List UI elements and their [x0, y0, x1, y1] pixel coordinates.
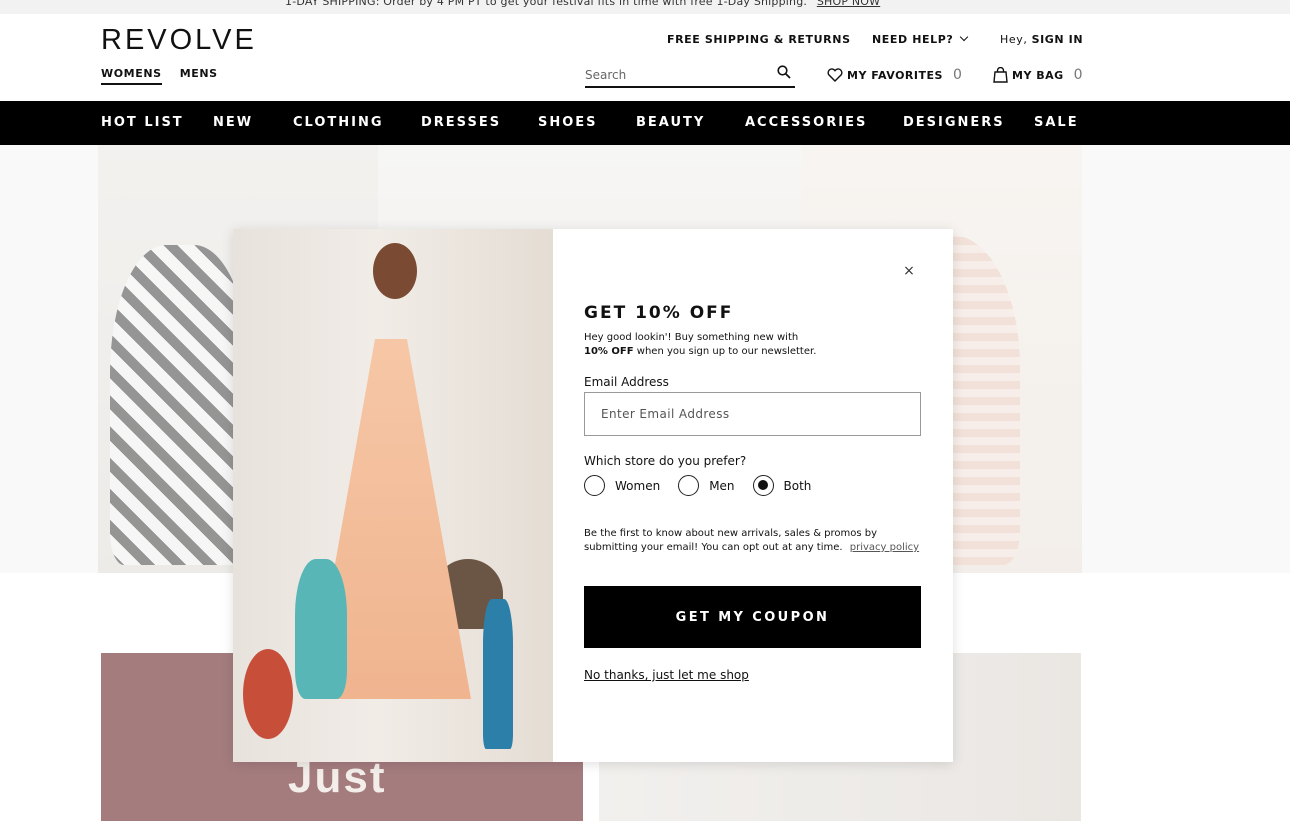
bag-count: 0 — [1073, 67, 1084, 83]
email-field[interactable] — [584, 392, 921, 436]
greeting-text: Hey, — [1000, 33, 1028, 46]
sign-in-label: SIGN IN — [1031, 33, 1084, 46]
need-help-label: NEED HELP? — [872, 33, 954, 46]
desc-bold: 10% OFF — [584, 346, 634, 357]
nav-hot-list[interactable]: HOT LIST — [101, 115, 184, 130]
nav-new[interactable]: NEW — [213, 115, 253, 130]
radio-men[interactable]: Men — [678, 475, 735, 496]
bag-label: MY BAG — [1012, 68, 1064, 82]
site-header: REVOLVE WOMENS MENS FREE SHIPPING & RETU… — [0, 14, 1290, 101]
my-bag-link[interactable]: MY BAG 0 — [993, 67, 1083, 83]
chevron-down-icon — [960, 32, 969, 42]
bag-icon — [993, 67, 1008, 83]
announcement-text-wrap: 1-DAY SHIPPING: Order by 4 PM PT to get … — [285, 0, 880, 8]
favorites-label: MY FAVORITES — [847, 68, 943, 82]
nav-beauty[interactable]: BEAUTY — [636, 115, 705, 130]
email-label: Email Address — [584, 375, 669, 389]
logo[interactable]: REVOLVE — [101, 24, 257, 57]
modal-description: Hey good lookin'! Buy something new with… — [584, 331, 904, 359]
photo-vase-blue — [483, 599, 513, 749]
search-input[interactable] — [585, 65, 765, 85]
nav-shoes[interactable]: SHOES — [538, 115, 598, 130]
announcement-bar: 1-DAY SHIPPING: Order by 4 PM PT to get … — [0, 0, 1290, 14]
search-field — [585, 64, 795, 88]
favorites-count: 0 — [952, 67, 963, 83]
need-help-menu[interactable]: NEED HELP? — [872, 32, 969, 46]
tab-mens[interactable]: MENS — [180, 67, 218, 85]
store-question: Which store do you prefer? — [584, 454, 747, 468]
newsletter-modal: × GET 10% OFF Hey good lookin'! Buy some… — [233, 229, 953, 762]
photo-model-head — [373, 243, 417, 299]
free-shipping-link[interactable]: FREE SHIPPING & RETURNS — [667, 33, 851, 46]
nav-sale[interactable]: SALE — [1034, 115, 1079, 130]
nav-dresses[interactable]: DRESSES — [421, 115, 501, 130]
nav-accessories[interactable]: ACCESSORIES — [745, 115, 867, 130]
radio-women-circle[interactable] — [584, 475, 605, 496]
nav-designers[interactable]: DESIGNERS — [903, 115, 1005, 130]
radio-both-label: Both — [783, 478, 812, 493]
tab-womens[interactable]: WOMENS — [101, 67, 162, 85]
desc-line-1: Hey good lookin'! Buy something new with — [584, 332, 799, 343]
sign-in-link[interactable]: Hey, SIGN IN — [1000, 33, 1083, 46]
modal-title: GET 10% OFF — [584, 303, 734, 323]
radio-women-label: Women — [615, 478, 661, 493]
nav-clothing[interactable]: CLOTHING — [293, 115, 384, 130]
gender-nav: WOMENS MENS — [101, 67, 218, 85]
heart-icon — [827, 68, 843, 82]
legal-copy: Be the first to know about new arrivals,… — [584, 528, 878, 553]
radio-both[interactable]: Both — [752, 475, 812, 496]
radio-women[interactable]: Women — [584, 475, 660, 496]
photo-vase-red — [243, 649, 293, 739]
main-nav: HOT LIST NEW CLOTHING DRESSES SHOES BEAU… — [0, 101, 1290, 145]
announcement-link[interactable]: SHOP NOW — [817, 0, 880, 8]
photo-vase-teal — [295, 559, 347, 699]
desc-line-2: when you sign up to our newsletter. — [636, 346, 817, 357]
radio-men-label: Men — [709, 478, 735, 493]
store-radio-group: Women Men Both — [584, 475, 829, 496]
my-favorites-link[interactable]: MY FAVORITES 0 — [827, 67, 962, 83]
announcement-text: 1-DAY SHIPPING: Order by 4 PM PT to get … — [285, 0, 808, 8]
radio-both-circle[interactable] — [752, 475, 774, 496]
get-coupon-button[interactable]: GET MY COUPON — [584, 586, 921, 648]
radio-men-circle[interactable] — [678, 475, 700, 496]
close-icon[interactable]: × — [901, 263, 917, 279]
privacy-policy-link[interactable]: privacy policy — [850, 542, 919, 553]
search-icon[interactable] — [777, 65, 791, 79]
modal-photo — [233, 229, 553, 762]
no-thanks-link[interactable]: No thanks, just let me shop — [584, 668, 749, 682]
legal-text: Be the first to know about new arrivals,… — [584, 527, 924, 555]
